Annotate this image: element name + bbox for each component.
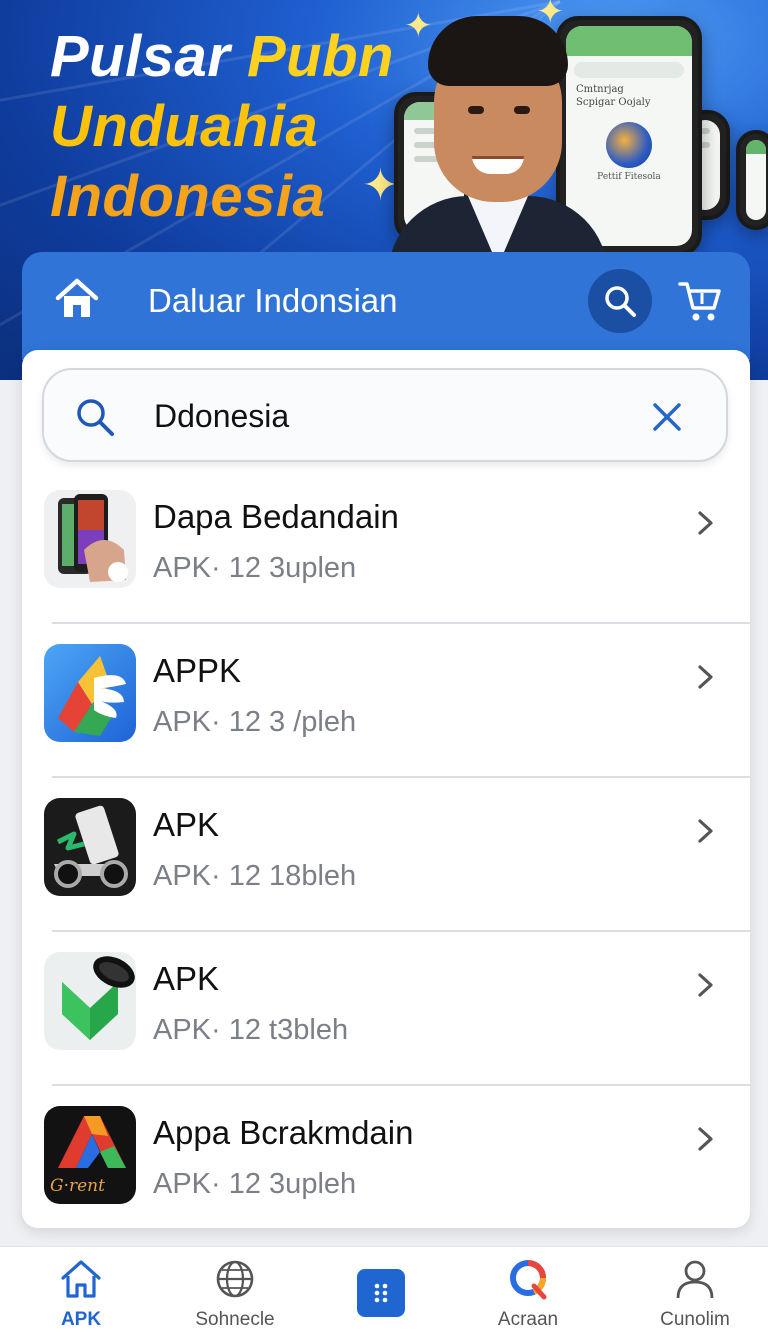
header-title: Daluar Indonsian: [148, 282, 398, 319]
chevron-right-icon: [690, 508, 720, 543]
globe-logo-icon: [606, 122, 652, 168]
nav-label: Acraan: [497, 1309, 559, 1330]
person-photo: [388, 16, 608, 276]
google-drive-style-icon: [44, 644, 136, 742]
nav-label: Sohnecle: [195, 1309, 275, 1330]
search-input[interactable]: Ddonesia: [154, 398, 289, 435]
hero-title-line: Indonesia: [50, 164, 326, 229]
app-name: APPK: [153, 652, 242, 689]
divider: [52, 930, 750, 932]
apps-grid-icon: [357, 1269, 405, 1317]
hero-title: Pulsar Pubn Unduahia Indonesia: [50, 22, 394, 232]
phones-app-icon: [44, 490, 136, 588]
divider: [52, 776, 750, 778]
cart-icon[interactable]: [676, 276, 726, 326]
app-icon-label: G·rent: [50, 1176, 105, 1196]
list-item[interactable]: APK APK· 12 18bleh: [22, 786, 750, 940]
chevron-right-icon: [690, 662, 720, 697]
nav-item-sohnecle[interactable]: Sohnecle: [170, 1255, 300, 1343]
colorful-q-icon: [504, 1255, 552, 1303]
list-item[interactable]: APPK APK· 12 3 /pleh: [22, 632, 750, 786]
chevron-right-icon: [690, 1124, 720, 1159]
home-icon[interactable]: [52, 274, 102, 324]
app-name: APK: [153, 960, 220, 997]
user-icon: [671, 1255, 719, 1303]
search-icon: [74, 396, 116, 443]
search-icon: [605, 286, 636, 317]
nav-item-apk[interactable]: APK: [16, 1255, 146, 1343]
search-button[interactable]: [588, 269, 652, 333]
nav-item-acraan[interactable]: Acraan: [463, 1255, 593, 1343]
app-header: Daluar Indonsian: [22, 252, 750, 360]
hero-title-word: Pubn: [246, 24, 394, 89]
g-rent-app-icon: G·rent: [44, 1106, 136, 1204]
app-name: Appa Bcrakmdain: [153, 1114, 414, 1151]
phone-illustration: [736, 130, 768, 230]
app-list: Dapa Bedandain APK· 12 3uplen APPK APK· …: [22, 478, 750, 1248]
bottom-navigation: APK Sohnecle Acraan Cunolim: [0, 1246, 768, 1344]
app-meta: APK· 12 t3bleh: [153, 1014, 349, 1046]
hero-title-word: Pulsar: [50, 24, 231, 89]
app-meta: APK· 12 3upleh: [153, 1168, 357, 1200]
chevron-right-icon: [690, 816, 720, 851]
divider: [52, 1084, 750, 1086]
vehicle-app-icon: [44, 798, 136, 896]
home-icon: [57, 1255, 105, 1303]
app-meta: APK· 12 18bleh: [153, 860, 357, 892]
nav-label: Cunolim: [660, 1309, 730, 1330]
search-field[interactable]: Ddonesia: [42, 368, 728, 462]
globe-icon: [211, 1255, 259, 1303]
nav-item-apps[interactable]: [316, 1255, 446, 1343]
green-download-icon: [44, 952, 136, 1050]
list-item[interactable]: Dapa Bedandain APK· 12 3uplen: [22, 478, 750, 632]
chevron-right-icon: [690, 970, 720, 1005]
list-item[interactable]: G·rent Appa Bcrakmdain APK· 12 3upleh: [22, 1094, 750, 1248]
app-name: APK: [153, 806, 220, 843]
app-name: Dapa Bedandain: [153, 498, 399, 535]
divider: [52, 622, 750, 624]
nav-label: APK: [60, 1309, 102, 1330]
close-icon[interactable]: [648, 398, 686, 441]
list-item[interactable]: APK APK· 12 t3bleh: [22, 940, 750, 1094]
app-meta: APK· 12 3 /pleh: [153, 706, 357, 738]
hero-title-line: Unduahia: [50, 94, 319, 159]
app-meta: APK· 12 3uplen: [153, 552, 357, 584]
results-card: Ddonesia Dapa Bedandain APK· 12 3uplen A…: [22, 350, 750, 1228]
nav-item-cunolim[interactable]: Cunolim: [630, 1255, 760, 1343]
